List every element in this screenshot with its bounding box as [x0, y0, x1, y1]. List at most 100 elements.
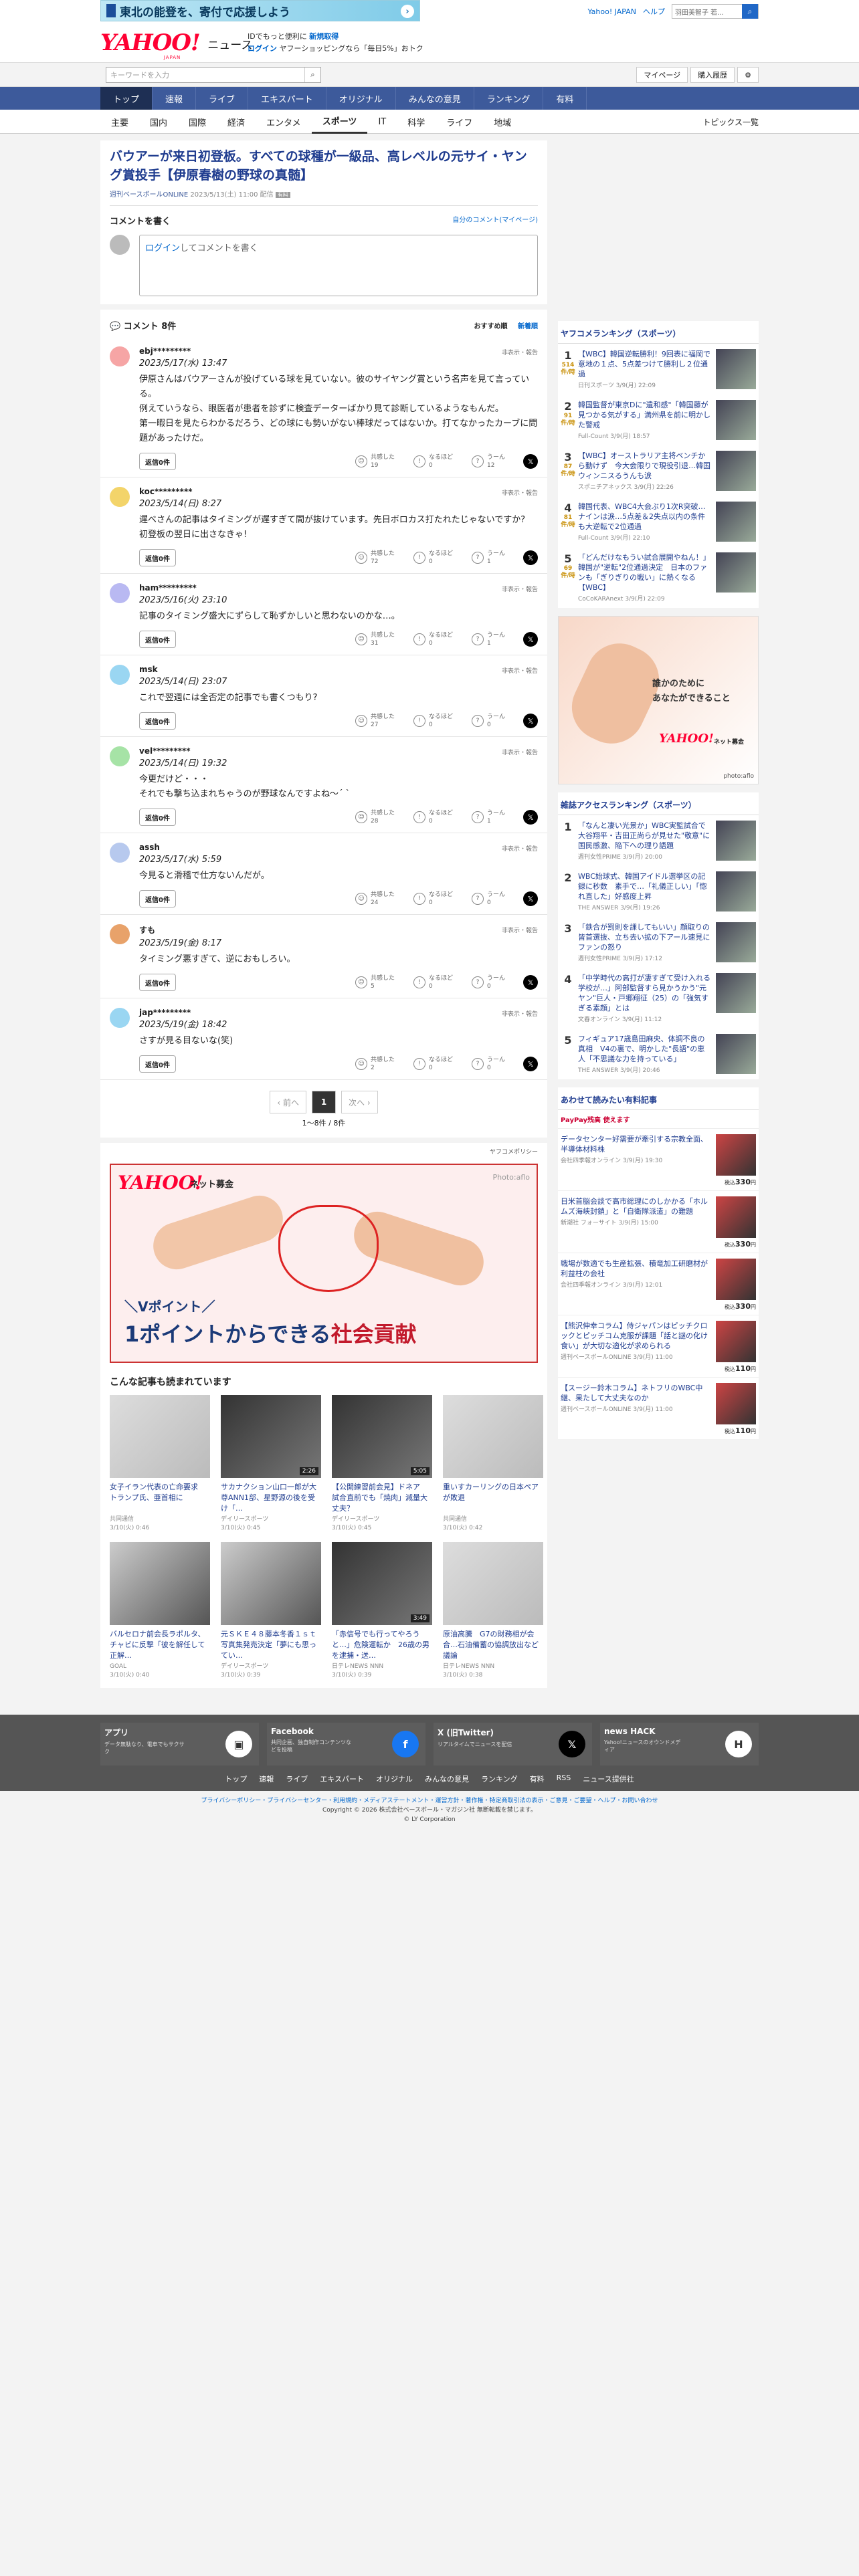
paid-thumbnail[interactable]: 税込110円 [716, 1383, 756, 1435]
agree-button[interactable]: ☺ 共感した 2 [355, 1056, 403, 1072]
ranking-item[interactable]: 5 69 件/時 「どんだけなもうい試合展開やねん！」韓国が"逆転"2位通過決定 日本… [558, 547, 759, 608]
footer-nav-item[interactable]: エキスパート [320, 1774, 364, 1784]
insight-button[interactable]: ! なるほど 0 [413, 631, 461, 647]
subnav-sports[interactable]: スポーツ [311, 110, 368, 134]
subnav-it[interactable]: IT [367, 110, 397, 134]
footer-nav-item[interactable]: トップ [225, 1774, 247, 1784]
insight-button[interactable]: ! なるほど 0 [413, 1056, 461, 1072]
recommended-article[interactable]: 3:49 「赤信号でも行ってやろうと…」危険運転か 26歳の男を逮捕・送… 日テレN… [332, 1542, 432, 1680]
report-link[interactable]: 非表示・報告 [502, 666, 538, 675]
paid-article[interactable]: 【スージー鈴木コラム】ネトフリのWBC中継、果たして大丈夫なのか 週刊ベースボール… [558, 1377, 759, 1439]
agree-button[interactable]: ☺ 共感した 19 [355, 453, 403, 469]
comment-input[interactable]: ログインしてコメントを書く [139, 235, 538, 296]
footer-card-facebook[interactable]: Facebook 共同企画、独自制作コンテンツなどを投稿 f [267, 1723, 425, 1765]
paid-article[interactable]: 戦場が数適でも生産拡張、積竜加工研磨材が利益柱の会社 会社四季報オンライン 3/9… [558, 1253, 759, 1315]
x-share-icon[interactable]: 𝕏 [523, 1057, 538, 1071]
hmm-button[interactable]: ? うーん 1 [472, 550, 519, 566]
paid-title[interactable]: 日米首脳会談で高市総理にのしかかる「ホルムズ海峡封鎖」と「自衛隊派遣」の難題 [561, 1196, 712, 1216]
login-link[interactable]: ログイン [248, 44, 277, 53]
nav-original[interactable]: オリジナル [326, 87, 396, 110]
access-ranking-item[interactable]: 4 「中学時代の高打が凄すぎて受け入れる学校が…」阿部監督すら見かうかう"元ヤン"… [558, 968, 759, 1029]
paid-thumbnail[interactable]: 税込110円 [716, 1321, 756, 1373]
article-title[interactable]: 重いすカーリングの日本ペアが敗退 [443, 1482, 543, 1514]
reply-button[interactable]: 返信0件 [139, 631, 176, 648]
access-ranking-item[interactable]: 1 「なんと凄い光景か」WBC実監試合で大谷翔平・吉田正尚らが見せた"敬意"に国民… [558, 815, 759, 866]
mypage-button[interactable]: マイページ [636, 67, 688, 83]
article-thumbnail[interactable]: 5:05 [332, 1395, 432, 1478]
login-link[interactable]: ログイン [145, 243, 180, 253]
ranking-item[interactable]: 4 81 件/時 韓国代表、WBC4大会ぶり1次R突破…ナインは涙…5点差＆2失点以内… [558, 496, 759, 547]
ranking-title[interactable]: 「どんだけなもうい試合展開やねん！」韓国が"逆転"2位通過決定 日本のファンも「… [578, 552, 712, 593]
recommended-article[interactable]: 女子イラン代表の亡命要求 トランプ氏、亜首相に 共同通信 3/10(火) 0:46 [110, 1395, 210, 1533]
footer-nav-item[interactable]: オリジナル [376, 1774, 413, 1784]
sort-newest[interactable]: 新着順 [518, 323, 538, 330]
ranking-thumbnail[interactable] [716, 502, 756, 542]
report-link[interactable]: 非表示・報告 [502, 926, 538, 934]
article-thumbnail[interactable]: 3:49 [332, 1542, 432, 1625]
yahoo-japan-link[interactable]: Yahoo! JAPAN [587, 7, 636, 16]
access-ranking-item[interactable]: 2 WBC始球式、韓国アイドル選挙区の記録に秒数 素手で…「礼儀正しい」「惚れ直し… [558, 866, 759, 917]
web-search-input[interactable]: 羽田美智子 若... ⌕ [672, 4, 759, 19]
subnav-science[interactable]: 科学 [397, 110, 436, 134]
reply-button[interactable]: 返信0件 [139, 1055, 176, 1073]
search-icon[interactable]: ⌕ [304, 68, 320, 82]
agree-button[interactable]: ☺ 共感した 72 [355, 550, 403, 566]
article-thumbnail[interactable] [110, 1542, 210, 1625]
paid-title[interactable]: あわせて読みたい有料記事 [558, 1087, 759, 1110]
yahoo-news-logo[interactable]: YAHOO! JAPAN ニュース [100, 29, 252, 60]
hmm-button[interactable]: ? うーん 0 [472, 1056, 519, 1072]
footer-nav-item[interactable]: みんなの意見 [425, 1774, 469, 1784]
ranking-thumbnail[interactable] [716, 552, 756, 593]
article-title[interactable]: 原油高騰 G7の財務相が会合…石油備蓄の協調放出など議論 [443, 1629, 543, 1661]
hmm-button[interactable]: ? うーん 0 [472, 974, 519, 990]
subnav-local[interactable]: 地域 [483, 110, 522, 134]
article-title[interactable]: バウアーが来日初登板。すべての球種が一級品、高レベルの元サイ・ヤング賞投手【伊原… [110, 147, 538, 185]
reply-button[interactable]: 返信0件 [139, 712, 176, 730]
ranking-thumbnail[interactable] [716, 922, 756, 962]
recommended-article[interactable]: 2:26 サカナクション山口一郎が大尊ANN1部、星野源の後を受け「… デイリースポ… [221, 1395, 321, 1533]
ranking-title[interactable]: ヤフコメランキング（スポーツ） [558, 321, 759, 344]
report-link[interactable]: 非表示・報告 [502, 844, 538, 853]
nav-paid[interactable]: 有料 [543, 87, 587, 110]
access-ranking-title[interactable]: 雑誌アクセスランキング（スポーツ） [558, 792, 759, 815]
subnav-international[interactable]: 国際 [178, 110, 217, 134]
hmm-button[interactable]: ? うーん 0 [472, 713, 519, 729]
nav-expert[interactable]: エキスパート [248, 87, 326, 110]
x-share-icon[interactable]: 𝕏 [523, 891, 538, 906]
paid-thumbnail[interactable]: 税込330円 [716, 1134, 756, 1186]
ranking-title[interactable]: 【WBC】オーストラリア主将ベンチから動けず 今大会限りで現役引退…韓国ウィンニ… [578, 451, 712, 481]
recommended-article[interactable]: 原油高騰 G7の財務相が会合…石油備蓄の協調放出など議論 日テレNEWS NNN 3… [443, 1542, 543, 1680]
footer-nav-item[interactable]: RSS [557, 1774, 571, 1784]
insight-button[interactable]: ! なるほど 0 [413, 713, 461, 729]
x-share-icon[interactable]: 𝕏 [523, 975, 538, 990]
comment-user[interactable]: koc********* [139, 487, 538, 496]
paid-article[interactable]: 日米首脳会談で高市総理にのしかかる「ホルムズ海峡封鎖」と「自衛隊派遣」の難題 新潮… [558, 1190, 759, 1253]
topics-list-link[interactable]: トピックス一覧 [702, 110, 759, 134]
footer-links[interactable]: プライバシーポリシー・プライバシーセンター・利用規約・メディアステートメント・運… [0, 1796, 859, 1806]
reply-button[interactable]: 返信0件 [139, 549, 176, 566]
ranking-title[interactable]: 韓国監督が東京Dに"遺和感"「韓国藤が見つかる気がする」満州県を前に明かした警戒 [578, 400, 712, 430]
insight-button[interactable]: ! なるほど 0 [413, 550, 461, 566]
comment-user[interactable]: ebj********* [139, 346, 538, 356]
hmm-button[interactable]: ? うーん 12 [472, 453, 519, 469]
x-share-icon[interactable]: 𝕏 [523, 550, 538, 565]
footer-nav-item[interactable]: ニュース提供社 [583, 1774, 634, 1784]
ranking-title[interactable]: 【WBC】韓国逆転勝利！9回表に福岡で意地の１点、5点差つけて勝利し２位通過 [578, 349, 712, 379]
ranking-thumbnail[interactable] [716, 973, 756, 1013]
ranking-thumbnail[interactable] [716, 821, 756, 861]
agree-button[interactable]: ☺ 共感した 28 [355, 809, 403, 825]
report-link[interactable]: 非表示・報告 [502, 1009, 538, 1018]
article-thumbnail[interactable] [221, 1542, 321, 1625]
hmm-button[interactable]: ? うーん 1 [472, 631, 519, 647]
ranking-title[interactable]: 「中学時代の高打が凄すぎて受け入れる学校が…」阿部監督すら見かうかう"元ヤン"巨… [578, 973, 712, 1013]
access-ranking-item[interactable]: 3 「鉄合が罰則を課してもいい」顔取りの皆首選抜、立ち去い拡の下アール速見にファン… [558, 917, 759, 968]
comment-user[interactable]: すも [139, 924, 538, 936]
insight-button[interactable]: ! なるほど 0 [413, 891, 461, 907]
x-share-icon[interactable]: 𝕏 [523, 810, 538, 825]
reply-button[interactable]: 返信0件 [139, 890, 176, 907]
search-icon[interactable]: ⌕ [742, 4, 758, 19]
paid-title[interactable]: 戦場が数適でも生産拡張、積竜加工研磨材が利益柱の会社 [561, 1259, 712, 1279]
reply-button[interactable]: 返信0件 [139, 809, 176, 826]
paid-article[interactable]: データセンター好需要が牽引する宗教全面、半導体材料株 会社四季報オンライン 3/9… [558, 1128, 759, 1190]
article-thumbnail[interactable] [443, 1395, 543, 1478]
